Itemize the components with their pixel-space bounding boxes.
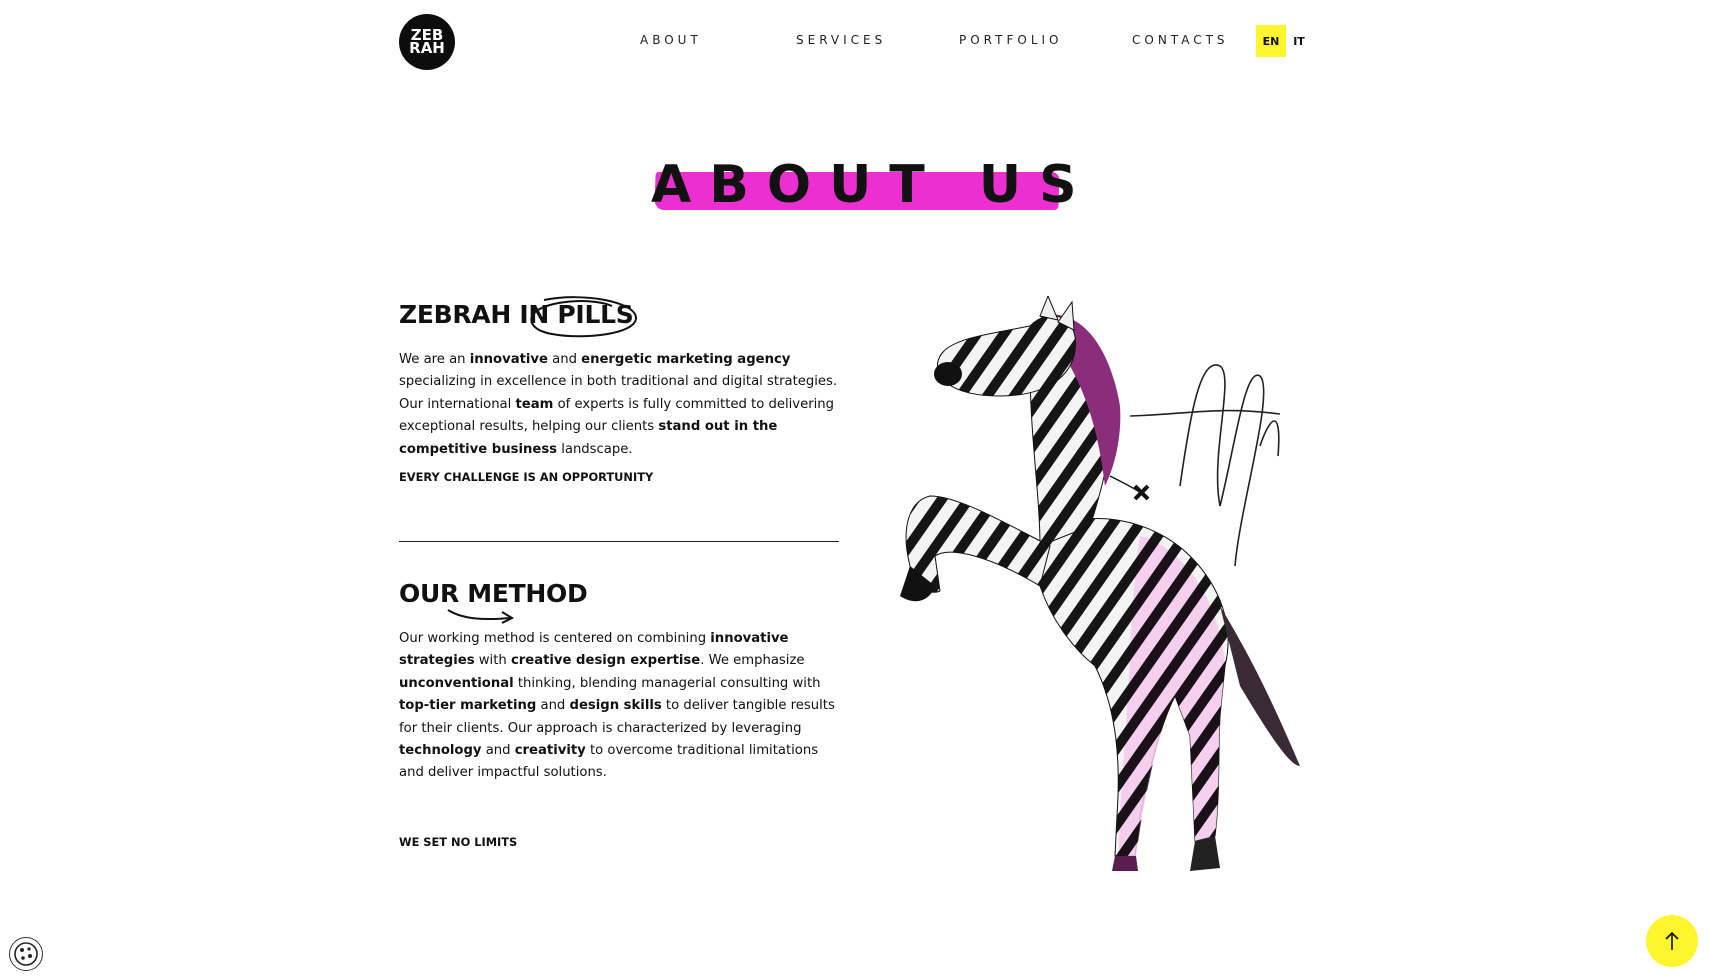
emphasis-text: top-tier marketing [399, 698, 537, 714]
page-title-block: ABOUT US [651, 155, 1077, 215]
cookie-icon [14, 942, 38, 966]
lang-it[interactable]: IT [1286, 25, 1312, 57]
body-text: with [474, 653, 511, 669]
page-title: ABOUT US [651, 155, 1095, 215]
section-divider [399, 541, 839, 542]
section-title-method: OUR METHOD [399, 579, 588, 608]
body-text: Our working method is centered on combin… [399, 631, 711, 646]
section-tagline-pills: EVERY CHALLENGE IS AN OPPORTUNITY [399, 470, 654, 484]
emphasis-text: technology [399, 743, 482, 759]
emphasis-text: creativity [514, 743, 586, 759]
lang-en[interactable]: EN [1256, 25, 1286, 57]
section-paragraph-pills: We are an innovative and energetic marke… [399, 349, 841, 461]
body-text: We are an [399, 352, 470, 367]
emphasis-text: unconventional [399, 675, 514, 691]
nav-portfolio[interactable]: PORTFOLIO [959, 33, 1063, 47]
body-text: and [536, 698, 570, 714]
emphasis-text: design skills [569, 698, 662, 714]
emphasis-text: innovative [469, 352, 548, 367]
nav-about[interactable]: ABOUT [640, 33, 702, 47]
emphasis-text: creative design expertise [510, 653, 701, 669]
logo[interactable]: ZEB RAH [399, 14, 455, 70]
body-text: and [481, 743, 515, 759]
scribble-circle-icon [530, 296, 638, 338]
body-text: and [547, 352, 582, 367]
body-text: thinking, blending managerial consulting… [513, 675, 821, 691]
body-text: . We emphasize [700, 653, 805, 669]
emphasis-text: energetic marketing agency [581, 352, 791, 367]
nav-contacts[interactable]: CONTACTS [1132, 33, 1229, 47]
section-paragraph-method: Our working method is centered on combin… [399, 628, 841, 785]
scribble-arrow-icon [447, 609, 515, 624]
zebra-illustration [900, 296, 1300, 871]
cookie-settings-button[interactable] [9, 937, 43, 971]
section-tagline-method: WE SET NO LIMITS [399, 835, 518, 849]
back-to-top-button[interactable] [1646, 915, 1698, 967]
nav-services[interactable]: SERVICES [796, 33, 886, 47]
emphasis-text: team [515, 396, 554, 412]
arrow-up-icon [1665, 931, 1679, 950]
logo-text-bottom: RAH [409, 39, 445, 57]
body-text: landscape. [557, 441, 633, 457]
